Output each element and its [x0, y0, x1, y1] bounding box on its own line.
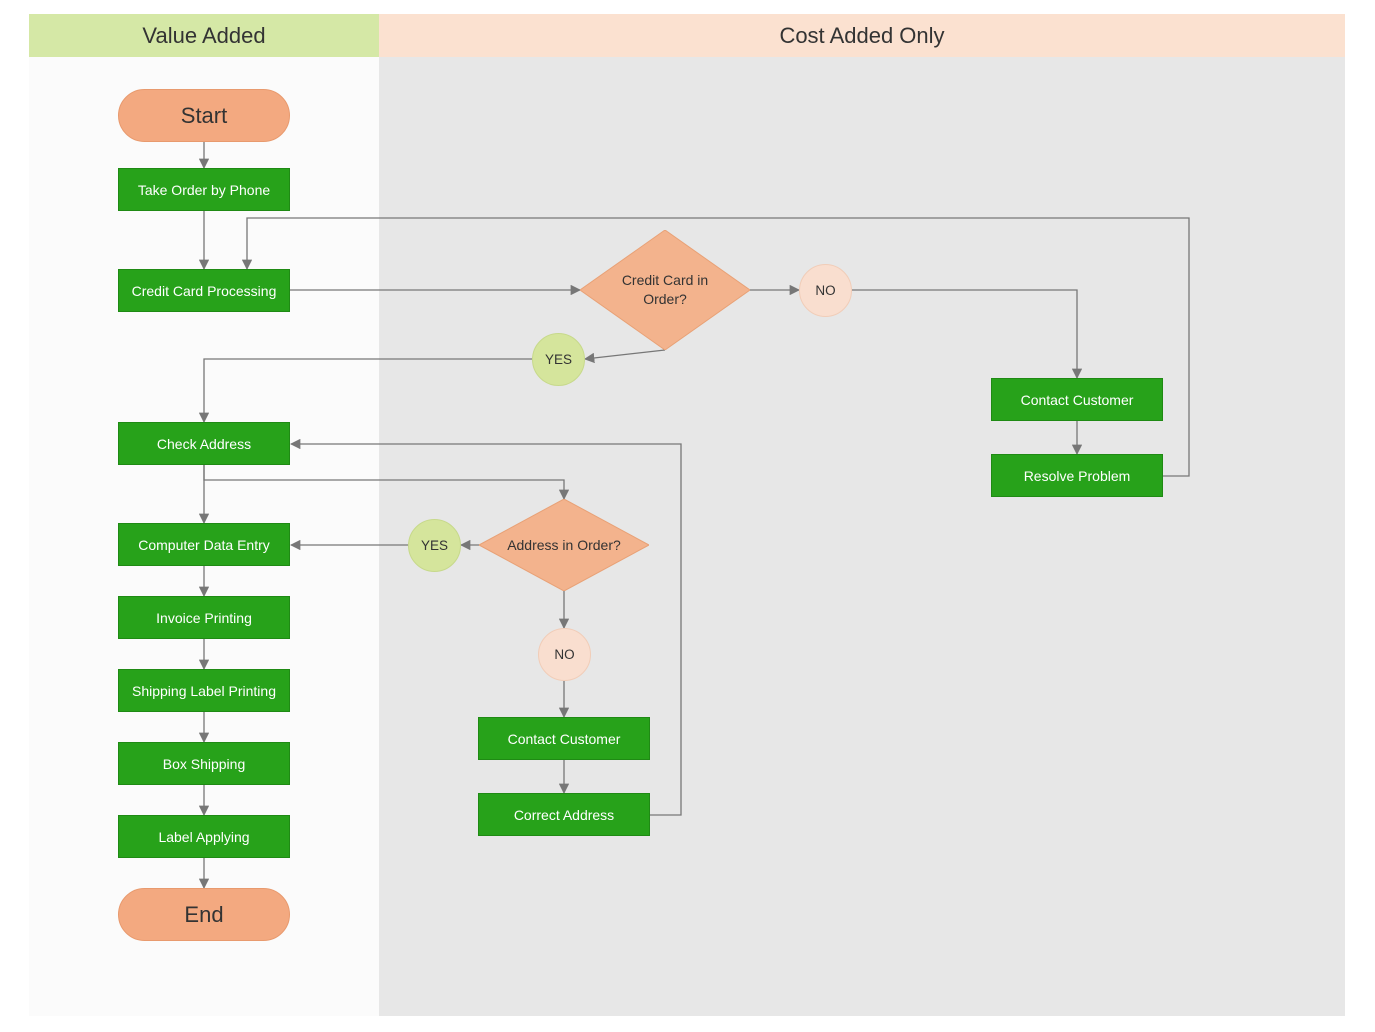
process-contact-customer-cc: Contact Customer [991, 378, 1163, 421]
process-box-shipping: Box Shipping [118, 742, 290, 785]
node-label: Correct Address [514, 807, 614, 823]
outcome-yes-cc: YES [532, 333, 585, 386]
process-correct-address: Correct Address [478, 793, 650, 836]
process-contact-customer-addr: Contact Customer [478, 717, 650, 760]
node-label: Computer Data Entry [138, 537, 270, 553]
process-check-address: Check Address [118, 422, 290, 465]
flowchart-diagram: Value Added Cost Added Only [29, 14, 1345, 1016]
node-label: Invoice Printing [156, 610, 252, 626]
process-resolve-problem: Resolve Problem [991, 454, 1163, 497]
lane-header-cost-added: Cost Added Only [379, 14, 1345, 57]
process-data-entry: Computer Data Entry [118, 523, 290, 566]
process-invoice-printing: Invoice Printing [118, 596, 290, 639]
node-label: End [184, 902, 223, 928]
node-label: Start [181, 103, 227, 129]
node-label: YES [545, 352, 572, 367]
node-label: Shipping Label Printing [132, 683, 276, 699]
outcome-yes-addr: YES [408, 519, 461, 572]
node-label: Credit Card Processing [132, 283, 277, 299]
terminator-start: Start [118, 89, 290, 142]
decision-addr-in-order: Address in Order? [479, 499, 649, 591]
lane-label: Value Added [142, 23, 265, 49]
node-label: Resolve Problem [1024, 468, 1131, 484]
process-cc-processing: Credit Card Processing [118, 269, 290, 312]
terminator-end: End [118, 888, 290, 941]
outcome-no-addr: NO [538, 628, 591, 681]
node-label: Contact Customer [508, 731, 621, 747]
outcome-no-cc: NO [799, 264, 852, 317]
node-label: Credit Card in Order? [604, 271, 726, 309]
node-label: NO [554, 647, 574, 662]
process-label-applying: Label Applying [118, 815, 290, 858]
node-label: Box Shipping [163, 756, 246, 772]
decision-cc-in-order: Credit Card in Order? [580, 230, 750, 350]
node-label: Address in Order? [507, 536, 621, 555]
node-label: NO [815, 283, 835, 298]
node-label: Label Applying [158, 829, 249, 845]
node-label: Take Order by Phone [138, 182, 270, 198]
process-shipping-label-printing: Shipping Label Printing [118, 669, 290, 712]
node-label: YES [421, 538, 448, 553]
lane-label: Cost Added Only [779, 23, 944, 49]
lane-header-value-added: Value Added [29, 14, 379, 57]
node-label: Contact Customer [1021, 392, 1134, 408]
process-take-order: Take Order by Phone [118, 168, 290, 211]
node-label: Check Address [157, 436, 251, 452]
